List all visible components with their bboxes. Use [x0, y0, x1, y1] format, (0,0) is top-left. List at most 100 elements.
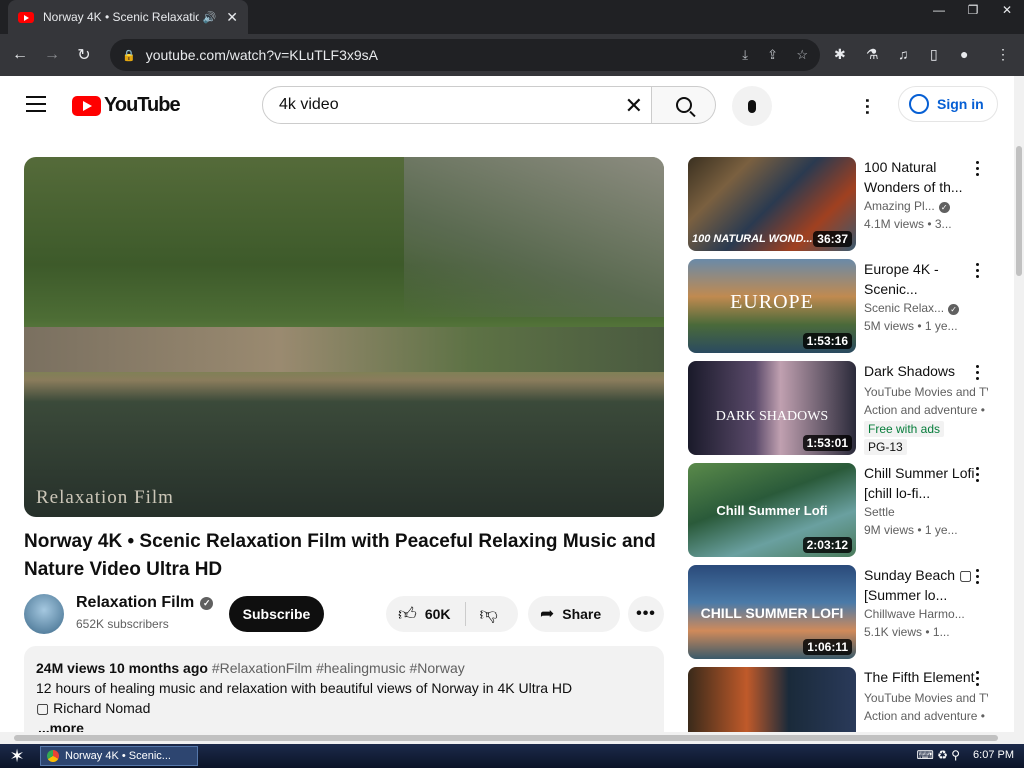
settings-kebab-icon[interactable]: ···	[857, 98, 877, 116]
scrollbar-thumb[interactable]	[14, 735, 998, 741]
taskbar-app-chrome[interactable]: Norway 4K • Scenic...	[40, 746, 198, 766]
video-info: Chill Summer Lofi [chill lo-fi... Settle…	[864, 463, 988, 539]
scrollbar-thumb[interactable]	[1016, 146, 1022, 276]
profile-icon[interactable]: ●	[960, 46, 968, 62]
video-title[interactable]: 100 Natural Wonders of th...	[864, 157, 988, 197]
minimize-icon[interactable]: —	[922, 0, 956, 20]
channel-name[interactable]: Amazing Pl...	[864, 199, 935, 213]
video-info: Dark Shadows YouTube Movies and TV Actio…	[864, 361, 988, 456]
labs-icon[interactable]: ⚗	[866, 46, 879, 63]
vertical-scrollbar[interactable]	[1014, 76, 1024, 732]
hamburger-menu-icon[interactable]	[26, 96, 46, 112]
lock-icon[interactable]: 🔒	[122, 49, 136, 62]
forward-icon[interactable]: →	[36, 46, 68, 64]
video-thumbnail[interactable]: Chill Summer Lofi 2:03:12	[688, 463, 856, 557]
show-more-link[interactable]: ...more	[36, 718, 652, 732]
install-icon[interactable]: ⤓	[742, 47, 748, 63]
video-title[interactable]: Sunday Beach ▢ [Summer lo...	[864, 565, 988, 605]
address-bar[interactable]: 🔒 youtube.com/watch?v=KLuTLF3x9sA ⤓ ⇪ ☆	[110, 39, 820, 71]
sign-in-button[interactable]: Sign in	[898, 86, 998, 122]
thumbs-up-icon: 👍︎	[398, 604, 417, 624]
clock: 6:07 PM	[973, 749, 1014, 761]
channel-name[interactable]: YouTube Movies and TV	[864, 383, 988, 401]
browser-tab[interactable]: Norway 4K • Scenic Relaxation 🔊 ✕	[8, 0, 248, 34]
subscriber-count: 652K subscribers	[76, 617, 169, 631]
description-line: ▢ Richard Nomad	[36, 700, 151, 716]
thumbnail-text: Chill Summer Lofi	[716, 503, 828, 518]
video-meta: 9M views • 1 ye...	[864, 523, 958, 537]
task-label: Norway 4K • Scenic...	[65, 750, 171, 762]
video-thumbnail[interactable]: 100 NATURAL WOND... 36:37	[688, 157, 856, 251]
video-title[interactable]: The Fifth Element	[864, 667, 988, 689]
video-thumbnail[interactable]: DARK SHADOWS 1:53:01	[688, 361, 856, 455]
recommendation-card[interactable]: 100 NATURAL WOND... 36:37 100 Natural Wo…	[688, 157, 998, 251]
video-title[interactable]: Dark Shadows	[864, 361, 988, 383]
url-text[interactable]: youtube.com/watch?v=KLuTLF3x9sA	[146, 47, 378, 63]
more-actions-button[interactable]: •••	[628, 596, 664, 632]
kebab-menu-icon[interactable]	[976, 671, 980, 689]
description-box[interactable]: 24M views 10 months ago #RelaxationFilm …	[24, 646, 664, 732]
start-icon[interactable]: ✶	[0, 746, 34, 767]
video-info: 100 Natural Wonders of th... Amazing Pl.…	[864, 157, 988, 233]
kebab-menu-icon[interactable]	[976, 161, 980, 179]
media-icon[interactable]: ♫	[898, 46, 909, 62]
kebab-menu-icon[interactable]	[976, 569, 980, 587]
search-value[interactable]: 4k video	[279, 96, 339, 114]
search-button[interactable]	[652, 86, 716, 124]
like-button[interactable]: 👍︎ 60K	[386, 602, 466, 626]
hashtags[interactable]: #RelaxationFilm #healingmusic #Norway	[212, 660, 465, 676]
horizontal-scrollbar[interactable]	[0, 732, 1024, 744]
video-title[interactable]: Chill Summer Lofi [chill lo-fi...	[864, 463, 988, 503]
close-tab-icon[interactable]: ✕	[226, 9, 238, 26]
channel-name[interactable]: YouTube Movies and TV	[864, 689, 988, 707]
channel-name-text[interactable]: Relaxation Film	[76, 594, 194, 611]
share-icon[interactable]: ⇪	[767, 47, 778, 63]
video-info: The Fifth Element YouTube Movies and TV …	[864, 667, 988, 725]
video-thumbnail[interactable]	[688, 667, 856, 732]
channel-avatar[interactable]	[24, 594, 64, 634]
duration-badge: 2:03:12	[802, 537, 852, 553]
video-title[interactable]: Europe 4K - Scenic...	[864, 259, 988, 299]
close-window-icon[interactable]: ✕	[990, 0, 1024, 20]
voice-search-button[interactable]	[732, 86, 772, 126]
share-button[interactable]: ➦ Share	[528, 596, 620, 632]
thumbnail-text: DARK SHADOWS	[715, 409, 829, 424]
back-icon[interactable]: ←	[4, 46, 36, 64]
restore-icon[interactable]: ❐	[956, 0, 990, 20]
search-input[interactable]: 4k video ✕	[262, 86, 652, 124]
recommendation-card[interactable]: Chill Summer Lofi 2:03:12 Chill Summer L…	[688, 463, 998, 557]
channel-name[interactable]: Settle	[864, 503, 988, 521]
reload-icon[interactable]: ↻	[68, 45, 100, 65]
recommendation-card[interactable]: EUROPE 1:53:16 Europe 4K - Scenic... Sce…	[688, 259, 998, 353]
dislike-button[interactable]: 👎︎	[466, 603, 498, 625]
thumbnail-text: CHILL SUMMER LOFI	[700, 605, 844, 621]
youtube-logo[interactable]: YouTube	[72, 94, 181, 117]
recommendation-card[interactable]: DARK SHADOWS 1:53:01 Dark Shadows YouTub…	[688, 361, 998, 455]
video-meta: 4.1M views • 3...	[864, 217, 952, 231]
tray-icons[interactable]: ⌨ ♻ ⚲	[916, 748, 960, 762]
star-icon[interactable]: ☆	[796, 47, 808, 63]
sidepanel-icon[interactable]: ▯	[930, 46, 938, 63]
recommendation-card[interactable]: CHILL SUMMER LOFI 1:06:11 Sunday Beach ▢…	[688, 565, 998, 659]
clear-search-icon[interactable]: ✕	[625, 93, 643, 119]
village-scene	[24, 327, 664, 372]
kebab-menu-icon[interactable]	[976, 467, 980, 485]
recommendation-card[interactable]: The Fifth Element YouTube Movies and TV …	[688, 667, 998, 732]
video-info: Sunday Beach ▢ [Summer lo... Chillwave H…	[864, 565, 988, 641]
video-thumbnail[interactable]: CHILL SUMMER LOFI 1:06:11	[688, 565, 856, 659]
extensions-icon[interactable]: ✱	[834, 46, 846, 63]
youtube-play-icon	[72, 95, 101, 116]
kebab-menu-icon[interactable]	[976, 263, 980, 281]
speaker-icon[interactable]: 🔊	[203, 11, 217, 24]
channel-name[interactable]: Relaxation Film ✓	[76, 594, 214, 612]
video-player[interactable]: Relaxation Film	[24, 157, 664, 517]
video-thumbnail[interactable]: EUROPE 1:53:16	[688, 259, 856, 353]
account-icon	[909, 94, 929, 114]
channel-name[interactable]: Scenic Relax...	[864, 301, 944, 315]
subscribe-button[interactable]: Subscribe	[229, 596, 324, 632]
rating-badge: PG-13	[864, 439, 907, 455]
view-stats: 24M views 10 months ago	[36, 660, 208, 676]
menu-icon[interactable]: ⋮	[996, 46, 1010, 63]
channel-name[interactable]: Chillwave Harmo...	[864, 605, 988, 623]
kebab-menu-icon[interactable]	[976, 365, 980, 383]
